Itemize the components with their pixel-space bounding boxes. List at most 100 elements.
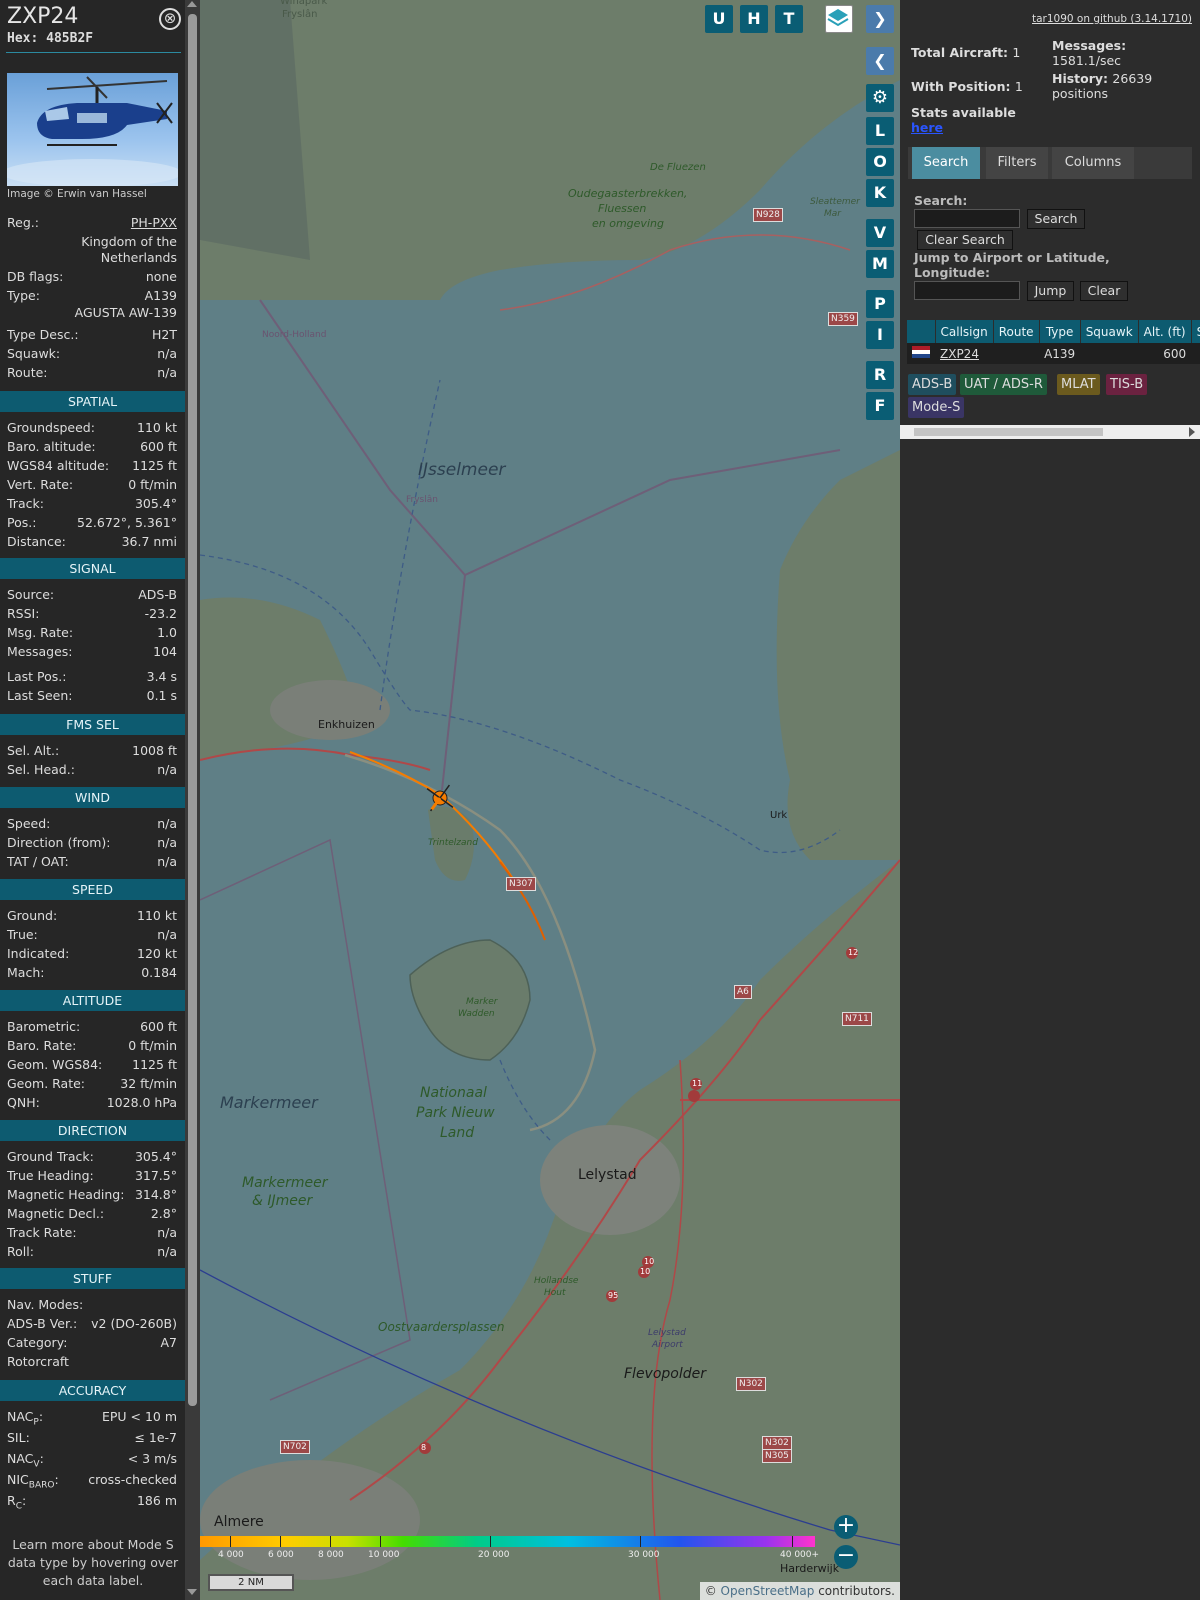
- field-value: A7: [160, 1335, 177, 1350]
- map-label-ijsselmeer: IJsselmeer: [418, 460, 506, 480]
- sidebar-scrollbar-thumb[interactable]: [188, 14, 197, 1406]
- map-button-t[interactable]: T: [775, 5, 803, 33]
- field-label: ADS-B Ver.:: [7, 1316, 78, 1331]
- field-label: Msg. Rate:: [7, 625, 74, 640]
- column-header-type[interactable]: Type: [1039, 320, 1081, 343]
- map-label-oudegaasterbrekken-3: en omgeving: [592, 217, 664, 230]
- altitude-cell: 600: [1138, 343, 1192, 364]
- field-value: 314.8°: [134, 1187, 177, 1202]
- field-label: TAT / OAT:: [7, 854, 69, 869]
- altitude-tick-mark: [640, 1536, 641, 1547]
- field-value: EPU < 10 m: [101, 1409, 177, 1424]
- field-label: WGS84 altitude:: [7, 458, 110, 473]
- field-label: SIL:: [7, 1430, 30, 1445]
- column-header-alt-ft-[interactable]: Alt. (ft): [1138, 320, 1192, 343]
- field-label: Track:: [7, 496, 44, 511]
- source-tag-ads-b: ADS-B: [908, 374, 957, 395]
- field-value: 600 ft: [140, 1019, 177, 1034]
- jump-button[interactable]: Jump: [1027, 281, 1074, 301]
- map-label-hollandse-hout-2: Hout: [544, 1288, 566, 1298]
- column-header-callsign[interactable]: Callsign: [935, 320, 994, 343]
- map-button-p[interactable]: P: [866, 290, 894, 318]
- altitude-tick-mark: [490, 1536, 491, 1547]
- back-button[interactable]: ❮: [866, 47, 894, 75]
- field-label: Direction (from):: [7, 835, 111, 850]
- field-label: True:: [7, 927, 38, 942]
- field-value: 0.1 s: [146, 688, 177, 703]
- country-line1: Kingdom of the: [81, 234, 177, 249]
- reg-link[interactable]: PH-PXX: [131, 215, 177, 230]
- clear-jump-button[interactable]: Clear: [1080, 281, 1128, 301]
- history: History: 26639: [1052, 71, 1152, 86]
- hex-value: 485B2F: [46, 31, 94, 46]
- map-button-l[interactable]: L: [866, 117, 894, 145]
- field-value: 0.184: [141, 965, 177, 980]
- scroll-right-icon[interactable]: [1189, 427, 1195, 437]
- field-label: Last Pos.:: [7, 669, 67, 684]
- field-value: ≤ 1e-7: [134, 1430, 177, 1445]
- column-header-flag[interactable]: [907, 320, 936, 343]
- tab-filters[interactable]: Filters: [986, 147, 1048, 179]
- minus-icon: −: [836, 1543, 856, 1568]
- stats-link[interactable]: here: [911, 120, 943, 135]
- map-button-m[interactable]: M: [866, 250, 894, 278]
- map-button-o[interactable]: O: [866, 148, 894, 176]
- altitude-color-scale: [200, 1536, 815, 1547]
- table-row[interactable]: ZXP24 A139 600: [907, 343, 1200, 364]
- squawk-cell: [1080, 343, 1139, 364]
- map-button-h[interactable]: H: [740, 5, 768, 33]
- jump-input[interactable]: [914, 281, 1020, 300]
- map-button-r[interactable]: R: [866, 361, 894, 389]
- column-header-route[interactable]: Route: [993, 320, 1040, 343]
- settings-button[interactable]: ⚙: [866, 84, 894, 112]
- field-label: Squawk:: [7, 346, 61, 361]
- zoom-in-button[interactable]: +: [834, 1515, 858, 1539]
- field-label: Geom. Rate:: [7, 1076, 86, 1091]
- map-label-markermeer-ijmeer-2: & IJmeer: [252, 1193, 313, 1209]
- altitude-tick-mark: [230, 1536, 231, 1547]
- aircraft-photo[interactable]: [7, 73, 178, 186]
- map-button-k[interactable]: K: [866, 179, 894, 207]
- close-detail-button[interactable]: ⊗: [159, 8, 181, 30]
- field-value: 0 ft/min: [128, 477, 177, 492]
- table-horizontal-scrollbar-thumb[interactable]: [914, 428, 1103, 436]
- map-view[interactable]: Winapark Fryslân De Fluezen Oudegaasterbrek…: [200, 0, 900, 1600]
- field-label: Ground:: [7, 908, 58, 923]
- tab-search[interactable]: Search: [912, 147, 980, 179]
- layers-button[interactable]: [825, 5, 853, 33]
- scroll-down-icon[interactable]: [187, 1589, 197, 1595]
- clear-search-button[interactable]: Clear Search: [917, 230, 1013, 250]
- column-header-spd-[interactable]: Spd.: [1191, 320, 1200, 343]
- field-label: Roll:: [7, 1244, 34, 1259]
- stats-available: Stats available: [911, 105, 1016, 120]
- github-link[interactable]: tar1090 on github (3.14.1710): [1032, 13, 1192, 25]
- field-label: Geom. WGS84:: [7, 1057, 103, 1072]
- field-label: Mach:: [7, 965, 45, 980]
- map-label-harderwijk: Harderwijk: [780, 1562, 840, 1575]
- map-label-slotermeer: Sleattemer: [810, 197, 860, 207]
- field-value: n/a: [157, 762, 177, 777]
- altitude-tick-mark: [280, 1536, 281, 1547]
- callsign-cell[interactable]: ZXP24: [935, 343, 994, 364]
- chevron-right-icon: ❯: [873, 9, 887, 28]
- field-label: Category:: [7, 1335, 68, 1350]
- altitude-tick-label: 6 000: [268, 1550, 294, 1560]
- search-button[interactable]: Search: [1027, 209, 1085, 229]
- field-value: 120 kt: [137, 946, 177, 961]
- field-label: Magnetic Heading:: [7, 1187, 125, 1202]
- osm-link[interactable]: OpenStreetMap: [721, 1584, 815, 1598]
- column-header-squawk[interactable]: Squawk: [1080, 320, 1139, 343]
- scroll-up-icon[interactable]: [187, 1, 197, 7]
- forward-button[interactable]: ❯: [866, 5, 894, 33]
- tab-columns[interactable]: Columns: [1052, 147, 1134, 179]
- map-label-hollandse-hout-1: Hollandse: [534, 1276, 579, 1286]
- total-aircraft: Total Aircraft: 1: [911, 45, 1020, 60]
- zoom-out-button[interactable]: −: [834, 1545, 858, 1569]
- map-button-i[interactable]: I: [866, 321, 894, 349]
- map-button-u[interactable]: U: [705, 5, 733, 33]
- map-button-f[interactable]: F: [866, 392, 894, 420]
- field-value: 110 kt: [137, 420, 177, 435]
- search-input[interactable]: [914, 209, 1020, 228]
- field-label: Route:: [7, 365, 48, 380]
- map-button-v[interactable]: V: [866, 219, 894, 247]
